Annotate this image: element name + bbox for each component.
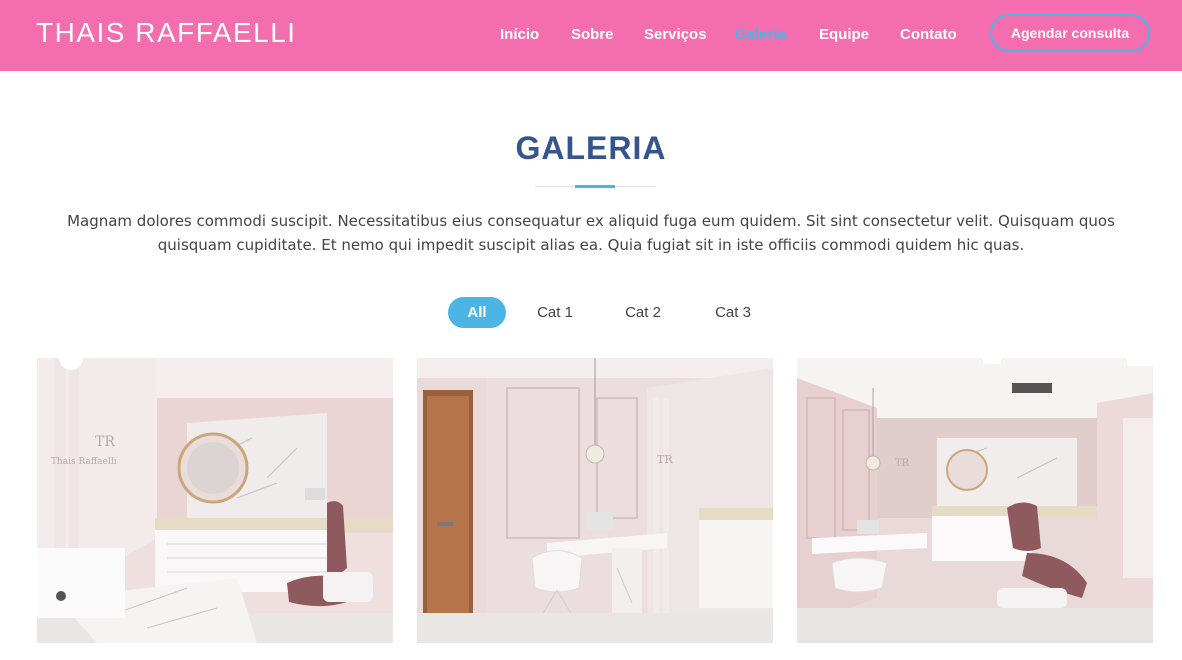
nav-inicio[interactable]: Início xyxy=(500,26,539,43)
gallery-image-3[interactable]: TR xyxy=(797,358,1153,643)
title-divider-accent xyxy=(575,185,615,188)
logo-name-text: Thais Raffaelli xyxy=(51,457,117,467)
filter-cat-3[interactable]: Cat 3 xyxy=(702,297,764,328)
nav-sobre[interactable]: Sobre xyxy=(571,26,614,43)
filter-cat-1[interactable]: Cat 1 xyxy=(526,297,584,328)
nav-contato[interactable]: Contato xyxy=(900,26,957,43)
section-description: Magnam dolores commodi suscipit. Necessi… xyxy=(67,212,1115,254)
filter-cat-2[interactable]: Cat 2 xyxy=(612,297,674,328)
clinic-room-render-3: TR xyxy=(797,358,1153,643)
gallery-filters: All Cat 1 Cat 2 Cat 3 xyxy=(0,297,1182,328)
nav-galeria[interactable]: Galeria xyxy=(735,26,786,43)
top-navbar: THAIS RAFFAELLI Início Sobre Serviços Ga… xyxy=(0,0,1182,71)
gallery-image-1[interactable]: TR Thais Raffaelli xyxy=(37,358,393,643)
clinic-room-render-2: TR xyxy=(417,358,773,643)
nav-servicos[interactable]: Serviços xyxy=(644,26,707,43)
nav-equipe[interactable]: Equipe xyxy=(819,26,869,43)
logo-mark-text-3: TR xyxy=(895,458,910,469)
section-title: GALERIA xyxy=(515,130,667,166)
filter-all[interactable]: All xyxy=(448,297,506,328)
gallery-image-2[interactable]: TR xyxy=(417,358,773,643)
logo-mark-text-2: TR xyxy=(657,453,673,466)
logo-mark-text: TR xyxy=(95,434,115,450)
clinic-room-render-1: TR Thais Raffaelli xyxy=(37,358,393,643)
schedule-appointment-button[interactable]: Agendar consulta xyxy=(990,14,1150,52)
